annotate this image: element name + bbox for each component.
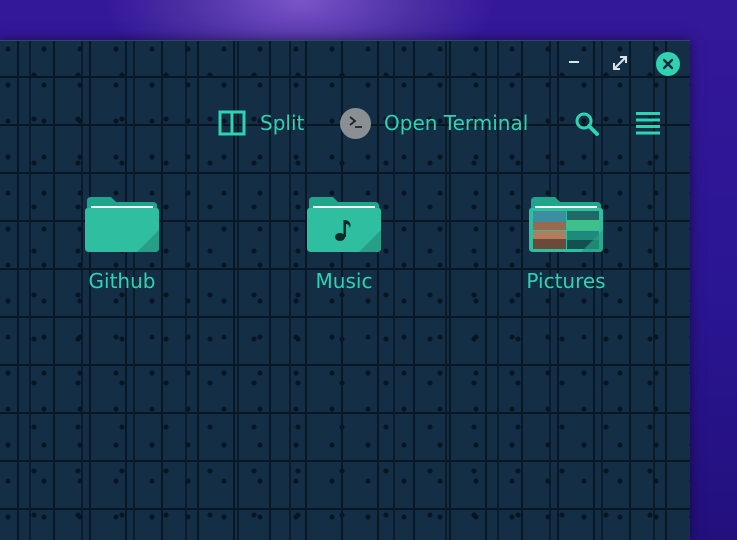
search-button[interactable] <box>574 111 600 137</box>
open-terminal-label: Open Terminal <box>384 111 529 135</box>
music-folder-icon <box>307 197 381 252</box>
file-name: Music <box>315 269 373 293</box>
pictures-folder-icon <box>529 197 603 252</box>
close-button[interactable] <box>656 52 680 76</box>
file-name: Github <box>88 269 156 293</box>
terminal-icon <box>340 107 371 139</box>
folder-item-github[interactable]: Github <box>62 191 182 293</box>
split-button[interactable]: Split <box>218 108 304 138</box>
file-manager-window: Split Open Terminal Github Music Picture… <box>0 40 690 540</box>
maximize-icon <box>613 56 627 70</box>
split-label: Split <box>260 111 305 135</box>
menu-button[interactable] <box>636 111 660 137</box>
file-name: Pictures <box>526 269 606 293</box>
folder-item-pictures[interactable]: Pictures <box>506 191 626 293</box>
close-icon <box>662 58 674 70</box>
hamburger-menu-icon <box>636 112 660 135</box>
split-view-icon <box>218 110 246 136</box>
folder-icon <box>85 197 159 252</box>
maximize-button[interactable] <box>612 55 628 71</box>
folder-item-music[interactable]: Music <box>284 191 404 293</box>
minimize-button[interactable] <box>567 57 581 67</box>
open-terminal-button[interactable]: Open Terminal <box>340 107 529 139</box>
search-icon <box>575 112 599 136</box>
